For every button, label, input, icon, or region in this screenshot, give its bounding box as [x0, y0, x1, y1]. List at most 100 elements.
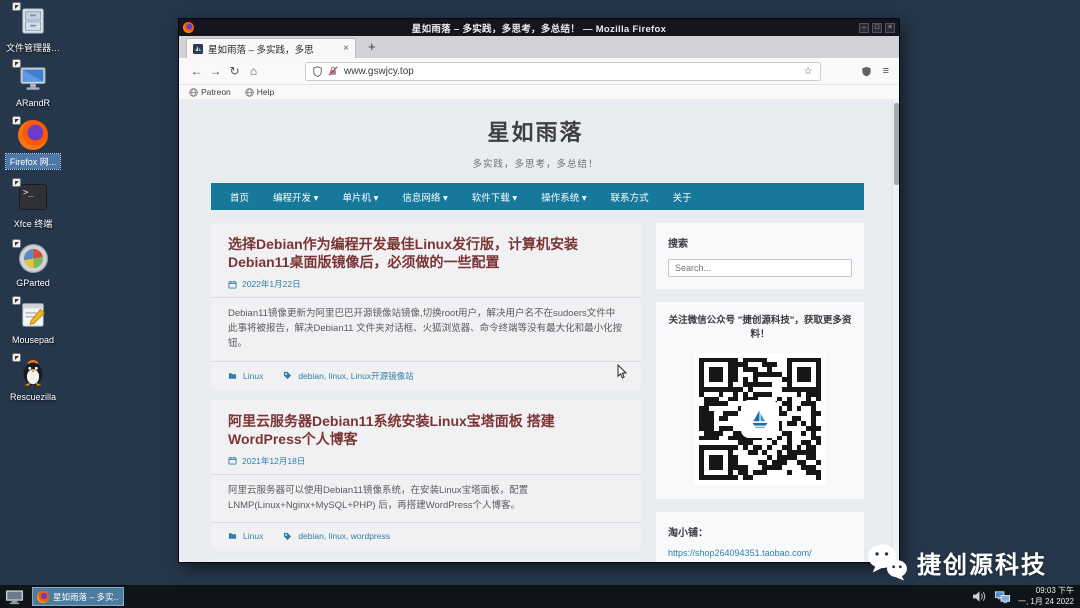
nav-item-os[interactable]: 操作系统 ▾ — [529, 190, 598, 204]
taobao-widget: 淘小铺： https://shop264094351.taobao.com/ — [656, 511, 864, 562]
tags-icon — [284, 532, 292, 540]
desktop-icon-xfce-terminal[interactable]: >_ Xfce 终端 — [1, 178, 65, 231]
calendar-icon — [228, 280, 237, 289]
scrollbar[interactable] — [892, 100, 899, 562]
sidebar: 搜索 关注微信公众号 "捷创源科技"，获取更多资料！ — [656, 223, 864, 562]
desktop-icon-label: Mousepad — [11, 335, 55, 345]
url-text[interactable]: www.gswjcy.top — [344, 66, 798, 77]
bookmark-label: Help — [256, 87, 275, 97]
tab-close-icon[interactable]: × — [343, 43, 349, 54]
search-input[interactable] — [668, 259, 852, 277]
insecure-lock-icon[interactable] — [328, 66, 338, 76]
desktop-icon-label: Firefox 网... — [4, 153, 62, 170]
folder-icon — [228, 372, 237, 379]
desktop-icon-firefox[interactable]: Firefox 网... — [1, 116, 65, 170]
nav-item-downloads[interactable]: 软件下载 ▾ — [460, 190, 529, 204]
article-card: 阿里云服务器Debian11系统安装Linux宝塔面板 搭建WordPress个… — [211, 399, 641, 550]
forward-button[interactable]: → — [206, 64, 225, 78]
tags-icon — [284, 371, 292, 380]
reload-button[interactable]: ↻ — [225, 64, 244, 78]
minimize-button[interactable]: – — [859, 22, 869, 33]
desktop-icon-label: Xfce 终端 — [13, 219, 53, 229]
tab-bar: 星如雨落 – 多实践，多思 × + — [179, 36, 899, 58]
navigation-toolbar: ← → ↻ ⌂ www.gswjcy.top ☆ ≡ — [179, 58, 899, 85]
mouse-cursor — [617, 363, 628, 384]
article-excerpt: 阿里云服务器可以使用Debian11镜像系统，在安装Linux宝塔面板，配置LN… — [211, 473, 641, 522]
article-title-link[interactable]: 选择Debian作为编程开发最佳Linux发行版，计算机安装Debian11桌面… — [228, 235, 624, 271]
home-button[interactable]: ⌂ — [244, 64, 263, 78]
taskbar-window-label: 星如雨落 – 多实... — [53, 591, 119, 602]
taobao-link[interactable]: https://shop264094351.taobao.com/ — [668, 548, 852, 558]
nav-item-mcu[interactable]: 单片机 ▾ — [330, 190, 390, 204]
network-icon[interactable] — [994, 590, 1011, 604]
article-category-link[interactable]: Linux — [243, 531, 263, 541]
site-header: 星如雨落 多实践，多思考，多总结！ — [179, 100, 892, 170]
site-favicon — [193, 43, 203, 54]
nav-item-home[interactable]: 首页 — [218, 190, 261, 204]
new-tab-button[interactable]: + — [368, 39, 376, 56]
gparted-icon — [19, 244, 47, 272]
bookmark-star-icon[interactable]: ☆ — [804, 66, 813, 77]
desktop-icon-arandr[interactable]: ARandR — [1, 59, 65, 109]
clock-date: 一, 1月 24 2022 — [1017, 596, 1074, 606]
article-title-link[interactable]: 阿里云服务器Debian11系统安装Linux宝塔面板 搭建WordPress个… — [228, 412, 624, 448]
system-tray: 09:03 下午 一, 1月 24 2022 — [972, 586, 1074, 607]
desktop-icon-mousepad[interactable]: Mousepad — [1, 296, 65, 346]
taskbar: 星如雨落 – 多实... 09:03 下午 一, 1月 24 2022 — [0, 585, 1080, 608]
desktop-icon-rescuezilla[interactable]: Rescuezilla — [1, 353, 65, 403]
maximize-button[interactable]: □ — [872, 22, 882, 33]
desktop-icon-gparted[interactable]: GParted — [1, 239, 65, 289]
article-date[interactable]: 2022年1月22日 — [242, 278, 301, 290]
tab-active[interactable]: 星如雨落 – 多实践，多思 × — [186, 38, 356, 58]
shortcut-emblem-icon — [12, 116, 21, 125]
window-title: 星如雨落 – 多实践，多思考，多总结！ — Mozilla Firefox — [411, 23, 667, 35]
site-title[interactable]: 星如雨落 — [179, 115, 892, 147]
back-button[interactable]: ← — [187, 64, 206, 78]
wechat-icon — [868, 544, 907, 581]
file-manager-icon — [22, 8, 44, 34]
show-desktop-button[interactable] — [5, 589, 24, 605]
shortcut-emblem-icon — [12, 239, 21, 248]
desktop-icon-file-manager[interactable]: 文件管理器… — [1, 2, 65, 55]
taskbar-window-button[interactable]: 星如雨落 – 多实... — [32, 587, 124, 606]
nav-item-about[interactable]: 关于 — [661, 190, 704, 204]
window-titlebar[interactable]: 星如雨落 – 多实践，多思考，多总结！ — Mozilla Firefox – … — [179, 19, 899, 36]
bookmark-item-help[interactable]: Help — [245, 87, 274, 97]
volume-icon[interactable] — [972, 590, 987, 603]
clock-time: 09:03 下午 — [1035, 586, 1074, 596]
article-tags-links[interactable]: debian, linux, wordpress — [298, 531, 390, 541]
desktop-icon-label: 文件管理器… — [5, 43, 60, 53]
nav-item-contact[interactable]: 联系方式 — [599, 190, 661, 204]
firefox-logo-icon — [183, 22, 194, 33]
nav-item-programming[interactable]: 编程开发 ▾ — [261, 190, 330, 204]
close-button[interactable]: × — [885, 22, 895, 33]
globe-icon — [189, 87, 198, 97]
wechat-note: 关注微信公众号 "捷创源科技"，获取更多资料！ — [668, 315, 852, 341]
firefox-window: 星如雨落 – 多实践，多思考，多总结！ — Mozilla Firefox – … — [178, 18, 900, 563]
article-tags-links[interactable]: debian, linux, Linux开源镜像站 — [298, 370, 413, 382]
firefox-icon — [37, 590, 49, 603]
sailboat-logo-icon — [752, 409, 768, 428]
bookmarks-toolbar: Patreon Help — [179, 85, 899, 100]
tracking-shield-icon[interactable] — [313, 65, 322, 77]
clock[interactable]: 09:03 下午 一, 1月 24 2022 — [1018, 586, 1074, 607]
article-excerpt: Debian11镜像更新为阿里巴巴开源镜像站镜像,切换root用户，解决用户名不… — [211, 297, 641, 360]
article-card: 虚拟机VMware Workstation安装Linux服务器Debian11系… — [211, 559, 641, 562]
shortcut-emblem-icon — [12, 296, 21, 305]
extension-icon[interactable] — [861, 66, 872, 77]
url-bar[interactable]: www.gswjcy.top ☆ — [305, 61, 821, 81]
scrollbar-thumb[interactable] — [894, 103, 899, 185]
watermark-text: 捷创源科技 — [917, 551, 1047, 579]
nav-item-network[interactable]: 信息网络 ▾ — [390, 190, 459, 204]
menu-icon[interactable]: ≡ — [883, 65, 889, 77]
bookmark-item-patreon[interactable]: Patreon — [189, 87, 231, 97]
article-date[interactable]: 2021年12月18日 — [242, 455, 305, 467]
desktop-icon-label: ARandR — [15, 98, 51, 108]
article-list: 选择Debian作为编程开发最佳Linux发行版，计算机安装Debian11桌面… — [211, 223, 641, 562]
bookmark-label: Patreon — [201, 87, 231, 97]
article-category-link[interactable]: Linux — [243, 371, 263, 381]
qr-center-logo — [744, 402, 776, 435]
shortcut-emblem-icon — [12, 178, 21, 187]
search-widget: 搜索 — [656, 223, 864, 289]
wechat-widget: 关注微信公众号 "捷创源科技"，获取更多资料！ — [656, 302, 864, 499]
